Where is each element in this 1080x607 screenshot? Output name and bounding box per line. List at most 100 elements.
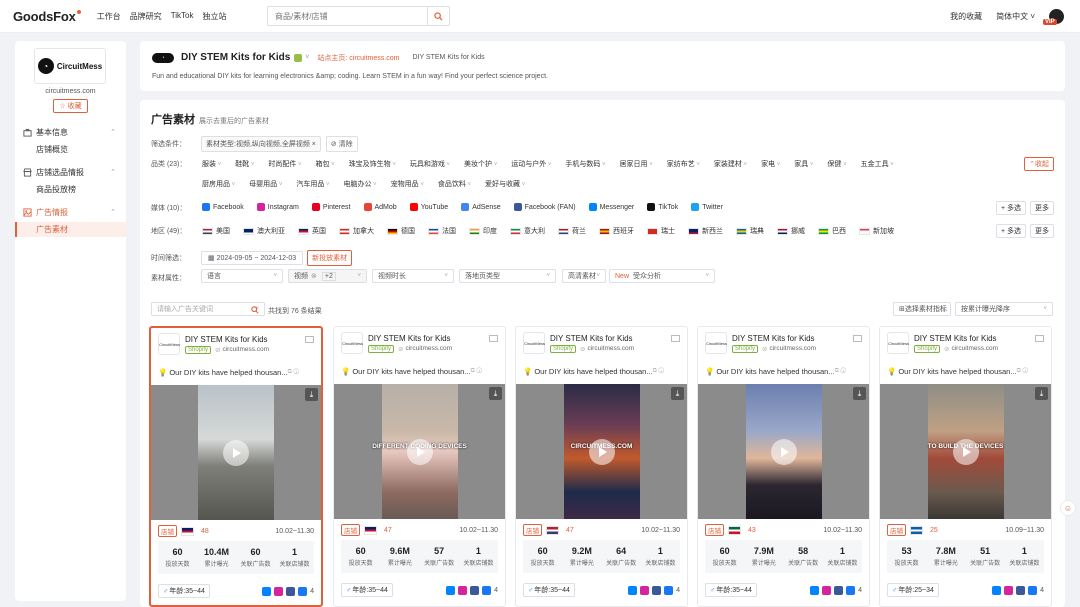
- play-icon[interactable]: [588, 438, 615, 465]
- ad-card[interactable]: CircuitMess DIY STEM Kits for Kids Shopify…: [697, 326, 870, 607]
- region-count[interactable]: 43: [748, 527, 756, 534]
- sidebar-group-product-intel[interactable]: 店铺选品情报 ⌃: [15, 165, 126, 179]
- more-platforms-count[interactable]: 4: [494, 587, 498, 594]
- ad-video[interactable]: CIRCUITMESS.COM⤓: [516, 384, 687, 519]
- download-icon[interactable]: ⤓: [671, 387, 684, 400]
- copy-icon[interactable]: ⧉ ⓘ: [471, 368, 483, 375]
- global-search-input[interactable]: [268, 7, 427, 25]
- category-item[interactable]: 电脑办公: [344, 179, 377, 189]
- goodsfox-logo[interactable]: GoodsFox: [13, 9, 81, 24]
- region-item[interactable]: 英国: [298, 226, 326, 236]
- ad-video[interactable]: ⤓: [151, 385, 321, 520]
- ad-video[interactable]: ⤓: [698, 384, 869, 519]
- sidebar-item-store-overview[interactable]: 店铺概览: [15, 142, 126, 157]
- category-item[interactable]: 时尚配件: [268, 159, 301, 169]
- more-platforms-count[interactable]: 4: [858, 587, 862, 594]
- ad-card-title[interactable]: DIY STEM Kits for Kids: [914, 334, 998, 343]
- region-count[interactable]: 47: [384, 527, 392, 534]
- media-item[interactable]: TikTok: [647, 203, 678, 211]
- my-favorites-link[interactable]: 我的收藏: [950, 11, 982, 22]
- copy-icon[interactable]: ⧉ ⓘ: [1017, 368, 1029, 375]
- video-type-select[interactable]: 视频 ⊗ +2: [288, 269, 367, 283]
- media-item[interactable]: Facebook (FAN): [513, 203, 576, 211]
- category-item[interactable]: 爱好与收藏: [485, 179, 525, 189]
- ad-card[interactable]: CircuitMess DIY STEM Kits for Kids Shopify…: [515, 326, 688, 607]
- category-item[interactable]: 珠宝及饰生物: [349, 159, 396, 169]
- ad-card-domain[interactable]: circuitmess.com: [405, 345, 452, 352]
- ad-card-domain[interactable]: circuitmess.com: [951, 345, 998, 352]
- nav-tiktok[interactable]: TikTok: [171, 11, 194, 22]
- copy-icon[interactable]: ⧉ ⓘ: [288, 369, 300, 376]
- hd-creatives-select[interactable]: 高清素材: [562, 269, 606, 283]
- video-duration-select[interactable]: 视频时长: [372, 269, 454, 283]
- ad-video[interactable]: DIFFERENT CODING DEVICES⤓: [334, 384, 505, 519]
- region-item[interactable]: 美国: [202, 226, 230, 236]
- language-select[interactable]: 简体中文 ˅: [996, 11, 1035, 22]
- sort-select[interactable]: 按累计曝光降序: [955, 302, 1053, 316]
- ad-card-title[interactable]: DIY STEM Kits for Kids: [185, 335, 269, 344]
- multi-select-button[interactable]: + 多选: [995, 224, 1026, 238]
- media-item[interactable]: Facebook: [202, 203, 244, 211]
- category-item[interactable]: 手机与数码: [565, 159, 605, 169]
- category-item[interactable]: 母婴用品: [249, 179, 282, 189]
- region-item[interactable]: 西班牙: [599, 226, 634, 236]
- region-item[interactable]: 挪威: [777, 226, 805, 236]
- category-item[interactable]: 保健: [827, 159, 846, 169]
- nav-workbench[interactable]: 工作台: [97, 11, 121, 22]
- category-item[interactable]: 宠物用品: [391, 179, 424, 189]
- more-button[interactable]: 更多: [1030, 224, 1054, 238]
- copy-icon[interactable]: ⧉ ⓘ: [835, 368, 847, 375]
- clear-filters-button[interactable]: ⊘ 清除: [325, 136, 358, 152]
- region-count[interactable]: 47: [566, 527, 574, 534]
- nav-brand-research[interactable]: 品牌研究: [130, 11, 162, 22]
- ad-card-title[interactable]: DIY STEM Kits for Kids: [732, 334, 816, 343]
- language-select[interactable]: 语言: [201, 269, 283, 283]
- copy-icon[interactable]: ⧉ ⓘ: [653, 368, 665, 375]
- category-item[interactable]: 服装: [202, 159, 221, 169]
- ad-card-title[interactable]: DIY STEM Kits for Kids: [550, 334, 634, 343]
- region-item[interactable]: 瑞士: [647, 226, 675, 236]
- region-item[interactable]: 印度: [469, 226, 497, 236]
- metric-picker[interactable]: ⊞ 选择素材指标: [893, 302, 951, 316]
- ad-card[interactable]: CircuitMess DIY STEM Kits for Kids Shopify…: [879, 326, 1052, 607]
- region-item[interactable]: 巴西: [818, 226, 846, 236]
- play-icon[interactable]: [952, 438, 979, 465]
- site-home-link[interactable]: 站点主页: circuitmess.com: [317, 53, 399, 63]
- filter-tag[interactable]: 素材类型:视频,纵向视频,全屏视频 ×: [201, 136, 321, 152]
- category-item[interactable]: 家装建材: [714, 159, 747, 169]
- chevron-down-icon[interactable]: ˅: [305, 54, 309, 61]
- download-icon[interactable]: ⤓: [1035, 387, 1048, 400]
- category-item[interactable]: 玩具和游戏: [410, 159, 450, 169]
- category-item[interactable]: 家电: [761, 159, 780, 169]
- ad-card-domain[interactable]: circuitmess.com: [222, 346, 269, 353]
- download-icon[interactable]: ⤓: [305, 388, 318, 401]
- audience-select[interactable]: New 受众分析: [609, 269, 715, 283]
- category-item[interactable]: 家纺布艺: [667, 159, 700, 169]
- mail-icon[interactable]: [671, 335, 680, 342]
- user-avatar[interactable]: VIP: [1043, 9, 1064, 25]
- sidebar-item-product-rank[interactable]: 商品投放榜: [15, 182, 126, 197]
- region-item[interactable]: 荷兰: [558, 226, 586, 236]
- more-platforms-count[interactable]: 4: [310, 588, 314, 595]
- category-item[interactable]: 美妆个护: [464, 159, 497, 169]
- sidebar-group-basic[interactable]: 基本信息 ⌃: [15, 125, 126, 139]
- region-item[interactable]: 德国: [387, 226, 415, 236]
- ad-card-title[interactable]: DIY STEM Kits for Kids: [368, 334, 452, 343]
- region-item[interactable]: 澳大利亚: [243, 226, 285, 236]
- category-item[interactable]: 运动与户外: [511, 159, 551, 169]
- nav-independent-site[interactable]: 独立站: [203, 11, 227, 22]
- category-item[interactable]: 箱包: [316, 159, 335, 169]
- download-icon[interactable]: ⤓: [489, 387, 502, 400]
- mail-icon[interactable]: [489, 335, 498, 342]
- sidebar-group-ad-intel[interactable]: 广告情报 ⌃: [15, 205, 126, 219]
- region-item[interactable]: 加拿大: [339, 226, 374, 236]
- ad-card-domain[interactable]: circuitmess.com: [769, 345, 816, 352]
- more-button[interactable]: 更多: [1030, 201, 1054, 215]
- mail-icon[interactable]: [853, 335, 862, 342]
- play-icon[interactable]: [406, 438, 433, 465]
- date-range-picker[interactable]: ▦ 2024-09-05 ~ 2024-12-03: [201, 251, 304, 265]
- play-icon[interactable]: [223, 439, 249, 466]
- landing-page-select[interactable]: 落地页类型: [459, 269, 556, 283]
- collapse-button[interactable]: ⌃收起: [1024, 157, 1054, 171]
- category-item[interactable]: 汽车用品: [296, 179, 329, 189]
